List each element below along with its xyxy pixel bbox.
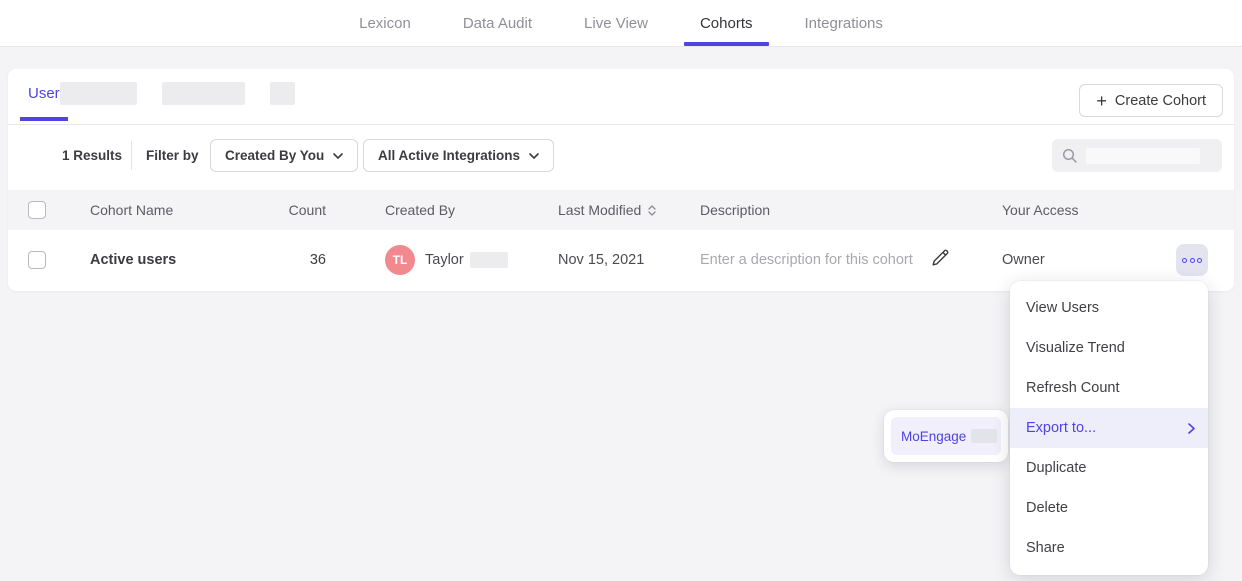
table-header: Cohort Name Count Created By Last Modifi… bbox=[8, 190, 1234, 230]
export-submenu: MoEngage bbox=[884, 410, 1008, 462]
create-cohort-button[interactable]: + Create Cohort bbox=[1079, 84, 1223, 117]
row-checkbox[interactable] bbox=[28, 251, 46, 269]
header-last-modified[interactable]: Last Modified bbox=[558, 190, 656, 230]
header-count: Count bbox=[238, 190, 326, 230]
redacted-subtab bbox=[60, 82, 137, 105]
description-input[interactable]: Enter a description for this cohort bbox=[700, 230, 913, 290]
tab-lexicon[interactable]: Lexicon bbox=[355, 0, 415, 46]
chevron-right-icon bbox=[1188, 423, 1195, 434]
tab-cohorts[interactable]: Cohorts bbox=[696, 0, 757, 46]
created-by-cell: TL Taylor bbox=[385, 230, 508, 290]
filter-row: 1 Results Filter by Created By You All A… bbox=[8, 126, 1234, 185]
menu-item-share[interactable]: Share bbox=[1010, 528, 1208, 568]
select-all-checkbox[interactable] bbox=[28, 201, 46, 219]
integrations-dropdown-value: All Active Integrations bbox=[378, 148, 520, 163]
submenu-item-moengage-label: MoEngage bbox=[901, 429, 966, 444]
chevron-down-icon bbox=[529, 153, 539, 159]
menu-item-view-users[interactable]: View Users bbox=[1010, 288, 1208, 328]
tab-data-audit[interactable]: Data Audit bbox=[459, 0, 536, 46]
menu-item-export-to-label: Export to... bbox=[1026, 420, 1096, 436]
header-your-access: Your Access bbox=[1002, 190, 1079, 230]
cohort-name-link[interactable]: Active users bbox=[90, 230, 176, 290]
row-actions-button[interactable] bbox=[1176, 244, 1208, 276]
menu-item-export-to[interactable]: Export to... bbox=[1010, 408, 1208, 448]
menu-item-visualize-trend[interactable]: Visualize Trend bbox=[1010, 328, 1208, 368]
header-last-modified-label: Last Modified bbox=[558, 202, 641, 218]
menu-item-delete[interactable]: Delete bbox=[1010, 488, 1208, 528]
menu-item-duplicate[interactable]: Duplicate bbox=[1010, 448, 1208, 488]
header-description: Description bbox=[700, 190, 770, 230]
redacted-subtab bbox=[162, 82, 245, 105]
submenu-item-moengage[interactable]: MoEngage bbox=[891, 417, 1001, 455]
search-input[interactable] bbox=[1052, 139, 1222, 172]
subtab-row: User + Create Cohort bbox=[8, 69, 1234, 125]
redacted-search-text bbox=[1086, 148, 1200, 164]
edit-description-button[interactable] bbox=[930, 248, 950, 272]
results-count: 1 Results bbox=[62, 126, 122, 185]
chevron-down-icon bbox=[333, 153, 343, 159]
header-created-by: Created By bbox=[385, 190, 455, 230]
pencil-icon bbox=[930, 248, 950, 268]
redacted-subtab bbox=[270, 82, 295, 105]
tab-live-view[interactable]: Live View bbox=[580, 0, 652, 46]
cohorts-panel: User + Create Cohort 1 Results Filter by… bbox=[8, 69, 1234, 291]
redacted-creator-surname bbox=[470, 252, 508, 268]
menu-item-refresh-count[interactable]: Refresh Count bbox=[1010, 368, 1208, 408]
created-by-dropdown-value: Created By You bbox=[225, 148, 324, 163]
sort-icon[interactable] bbox=[648, 205, 656, 216]
tab-integrations[interactable]: Integrations bbox=[801, 0, 887, 46]
divider bbox=[131, 141, 132, 170]
created-by-dropdown[interactable]: Created By You bbox=[210, 139, 358, 172]
plus-icon: + bbox=[1096, 92, 1107, 110]
last-modified-cell: Nov 15, 2021 bbox=[558, 230, 644, 290]
avatar: TL bbox=[385, 245, 415, 275]
header-cohort-name: Cohort Name bbox=[90, 190, 173, 230]
ellipsis-icon bbox=[1182, 258, 1187, 263]
search-icon bbox=[1062, 148, 1078, 164]
redacted-block bbox=[971, 429, 997, 443]
filter-by-label: Filter by bbox=[146, 126, 199, 185]
row-actions-menu: View Users Visualize Trend Refresh Count… bbox=[1010, 281, 1208, 575]
integrations-dropdown[interactable]: All Active Integrations bbox=[363, 139, 554, 172]
cohort-count: 36 bbox=[238, 230, 326, 290]
create-cohort-label: Create Cohort bbox=[1115, 93, 1206, 109]
creator-name: Taylor bbox=[425, 252, 464, 268]
top-navigation: Lexicon Data Audit Live View Cohorts Int… bbox=[0, 0, 1242, 47]
